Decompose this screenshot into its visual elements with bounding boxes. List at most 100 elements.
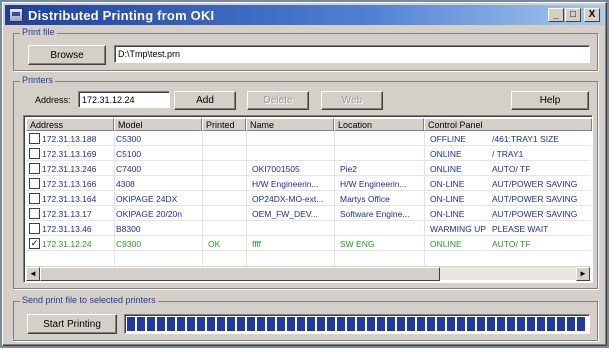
table-row[interactable]: 172.31.13.46 B8300 WARMING UP PLEASE WAIT: [26, 222, 590, 236]
cell-address: 172.31.13.188: [42, 134, 97, 144]
cell-address: 172.31.13.17: [42, 209, 92, 219]
column-header-control-panel[interactable]: Control Panel: [424, 118, 592, 131]
progress-block: [197, 317, 205, 331]
cell-name: OKI7001505: [252, 164, 300, 174]
table-row[interactable]: 172.31.13.246 C7400 OKI7001505 Pie2 ONLINE AU…: [26, 162, 590, 176]
start-printing-button[interactable]: Start Printing: [27, 314, 117, 334]
progress-block: [387, 317, 395, 331]
cell-location: Pie2: [340, 164, 358, 174]
table-row[interactable]: ✓ 172.31.12.24 C9300 OK ffff SW ENG ONLINE AUTO…: [26, 237, 590, 251]
cell-location: H/W Engineerin...: [340, 179, 407, 189]
cell-model: C9300: [116, 239, 142, 249]
cell-model: 4308: [116, 179, 135, 189]
progress-block: [477, 317, 485, 331]
progress-block: [277, 317, 285, 331]
column-header-name[interactable]: Name: [246, 118, 334, 131]
horizontal-scrollbar[interactable]: ◄ ►: [26, 266, 590, 281]
progress-block: [447, 317, 455, 331]
checkbox-unchecked-icon[interactable]: [29, 148, 40, 159]
printers-legend: Printers: [20, 75, 56, 85]
cell-panel-detail: AUTO/ TF: [492, 164, 531, 174]
progress-block: [397, 317, 405, 331]
cell-model: B8300: [116, 224, 141, 234]
print-progress-bar: [124, 314, 590, 334]
progress-block: [147, 317, 155, 331]
checkbox-unchecked-icon[interactable]: [29, 193, 40, 204]
progress-block: [317, 317, 325, 331]
cell-model: C7400: [116, 164, 142, 174]
progress-block: [437, 317, 445, 331]
column-header-printed[interactable]: Printed: [202, 118, 246, 131]
cell-panel: ONLINE: [430, 239, 462, 249]
table-row[interactable]: 172.31.13.169 C5100 ONLINE / TRAY1: [26, 147, 590, 161]
checkbox-unchecked-icon[interactable]: [29, 133, 40, 144]
cell-panel-detail: AUT/POWER SAVING: [492, 179, 578, 189]
checkbox-unchecked-icon[interactable]: [29, 178, 40, 189]
delete-button[interactable]: Delete: [247, 91, 309, 110]
progress-block: [137, 317, 145, 331]
cell-address: 172.31.13.169: [42, 149, 97, 159]
progress-block: [427, 317, 435, 331]
progress-block: [487, 317, 495, 331]
maximize-button[interactable]: □: [565, 8, 581, 22]
close-button[interactable]: X: [584, 8, 600, 22]
progress-block: [177, 317, 185, 331]
progress-block: [497, 317, 505, 331]
add-button[interactable]: Add: [174, 91, 236, 110]
title-bar[interactable]: Distributed Printing from OKI _ □ X: [5, 5, 604, 25]
print-file-legend: Print file: [20, 27, 57, 37]
checkbox-unchecked-icon[interactable]: [29, 163, 40, 174]
send-legend: Send print file to selected printers: [20, 295, 158, 305]
cell-printed: OK: [208, 239, 221, 249]
scroll-right-arrow-icon[interactable]: ►: [576, 267, 590, 281]
cell-address: 172.31.12.24: [42, 239, 92, 249]
progress-block: [507, 317, 515, 331]
column-header-address[interactable]: Address: [26, 118, 114, 131]
column-header-model[interactable]: Model: [114, 118, 202, 131]
cell-location: SW ENG: [340, 239, 375, 249]
progress-block: [287, 317, 295, 331]
cell-panel: ONLINE: [430, 149, 462, 159]
progress-block: [357, 317, 365, 331]
cell-panel: ON-LINE: [430, 179, 465, 189]
print-file-path-input[interactable]: D:\Tmp\test.prn: [114, 45, 590, 63]
browse-button[interactable]: Browse: [28, 45, 106, 65]
progress-block: [187, 317, 195, 331]
printers-table[interactable]: Address Model Printed Name Location Cont…: [23, 115, 593, 283]
cell-model: OKIPAGE 24DX: [116, 194, 178, 204]
column-header-location[interactable]: Location: [334, 118, 424, 131]
help-button[interactable]: Help: [511, 91, 589, 110]
cell-location: Martys Office: [340, 194, 390, 204]
checkbox-unchecked-icon[interactable]: [29, 208, 40, 219]
table-row[interactable]: 172.31.13.17 OKIPAGE 20/20n OEM_FW_DEV... S…: [26, 207, 590, 221]
progress-block: [467, 317, 475, 331]
web-button[interactable]: Web: [321, 91, 383, 110]
minimize-button[interactable]: _: [548, 8, 564, 22]
progress-block: [157, 317, 165, 331]
table-row[interactable]: 172.31.13.188 C5300 OFFLINE/461:TRAY1 SIZE: [26, 132, 590, 146]
progress-block: [257, 317, 265, 331]
cell-panel-detail: / TRAY1: [492, 149, 524, 159]
address-input[interactable]: 172.31.12.24: [78, 91, 170, 108]
cell-address: 172.31.13.166: [42, 179, 97, 189]
cell-name: OEM_FW_DEV...: [252, 209, 318, 219]
progress-block: [557, 317, 565, 331]
scroll-left-arrow-icon[interactable]: ◄: [26, 267, 40, 281]
progress-block: [567, 317, 575, 331]
table-row[interactable]: 172.31.13.166 4308 H/W Engineerin... H/W En…: [26, 177, 590, 191]
checkbox-unchecked-icon[interactable]: [29, 223, 40, 234]
cell-location: Software Engine...: [340, 209, 410, 219]
cell-panel-detail: AUT/POWER SAVING: [492, 194, 578, 204]
scroll-thumb[interactable]: [40, 267, 440, 281]
progress-block: [417, 317, 425, 331]
progress-block: [367, 317, 375, 331]
cell-address: 172.31.13.246: [42, 164, 97, 174]
cell-panel: ON-LINE: [430, 209, 465, 219]
table-row[interactable]: 172.31.13.164 OKIPAGE 24DX OP24DX-MO-ext..…: [26, 192, 590, 206]
cell-name: H/W Engineerin...: [252, 179, 319, 189]
progress-block: [227, 317, 235, 331]
cell-panel: OFFLINE: [430, 134, 466, 144]
cell-panel-detail: PLEASE WAIT: [492, 224, 549, 234]
checkbox-checked-icon[interactable]: ✓: [29, 238, 40, 249]
progress-block: [217, 317, 225, 331]
